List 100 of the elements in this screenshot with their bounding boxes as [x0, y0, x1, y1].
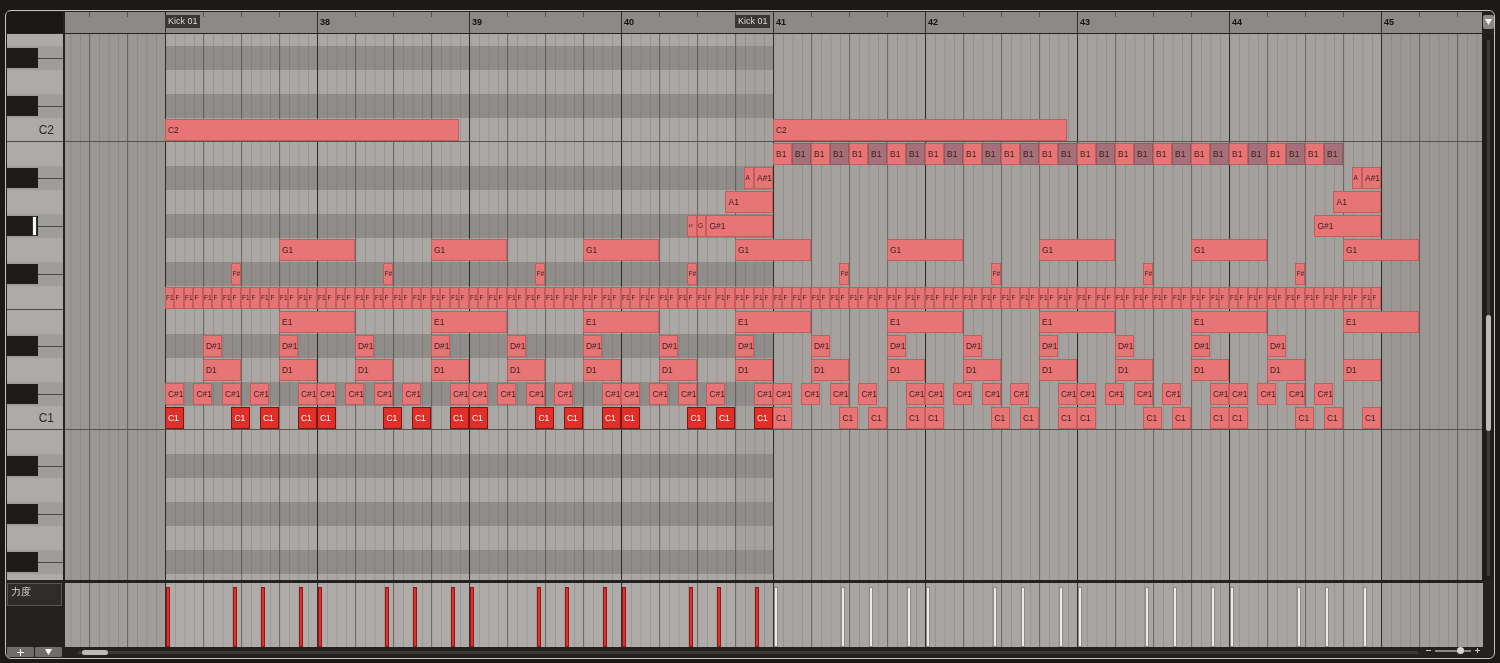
note[interactable]: A1: [1333, 191, 1381, 213]
zoom-slider[interactable]: [1435, 649, 1471, 652]
note[interactable]: D1: [582, 359, 621, 381]
lane-label[interactable]: 力度: [7, 583, 62, 606]
add-button[interactable]: [7, 647, 34, 657]
velocity-bar[interactable]: [536, 587, 541, 647]
note[interactable]: E1: [278, 311, 355, 333]
velocity-bar[interactable]: [470, 587, 474, 647]
velocity-bar[interactable]: [869, 587, 873, 647]
velocity-bar[interactable]: [261, 587, 265, 647]
timeline-ruler[interactable]: Kick 01 38 39 40 Kick 01 41 42 43 44 45: [64, 12, 1482, 33]
dropdown-button[interactable]: [1483, 15, 1494, 29]
velocity-bar[interactable]: [166, 587, 170, 647]
note[interactable]: E1: [886, 311, 963, 333]
note[interactable]: D1: [1038, 359, 1077, 381]
velocity-bar[interactable]: [384, 587, 389, 647]
velocity-bar[interactable]: [1211, 587, 1215, 647]
velocity-bar[interactable]: [907, 587, 911, 647]
velocity-bar[interactable]: [688, 587, 693, 647]
vertical-scrollbar[interactable]: [1482, 34, 1494, 580]
note[interactable]: C#1: [1162, 383, 1182, 405]
note[interactable]: A1: [725, 191, 773, 213]
velocity-bar[interactable]: [755, 587, 759, 647]
piano-key[interactable]: C1: [7, 406, 63, 430]
note[interactable]: C1: [383, 407, 403, 429]
velocity-bar[interactable]: [1296, 587, 1301, 647]
note[interactable]: C#1: [1257, 383, 1277, 405]
note[interactable]: G#1: [706, 215, 773, 237]
note[interactable]: C1: [535, 407, 555, 429]
note[interactable]: D1: [202, 359, 241, 381]
note[interactable]: E1: [1038, 311, 1115, 333]
note[interactable]: D1: [886, 359, 925, 381]
velocity-bar[interactable]: [1078, 587, 1082, 647]
note[interactable]: E1: [1342, 311, 1419, 333]
scrollbar-thumb[interactable]: [82, 650, 108, 655]
note[interactable]: E1: [430, 311, 507, 333]
note[interactable]: C1: [1295, 407, 1315, 429]
note[interactable]: D1: [962, 359, 1001, 381]
note[interactable]: D1: [1342, 359, 1381, 381]
velocity-bar[interactable]: [717, 587, 721, 647]
note[interactable]: C#1: [706, 383, 726, 405]
note[interactable]: G1: [278, 239, 355, 261]
note[interactable]: G1: [734, 239, 811, 261]
piano-key[interactable]: C2: [7, 118, 63, 142]
velocity-bar[interactable]: [603, 587, 607, 647]
note[interactable]: D1: [506, 359, 545, 381]
velocity-bar[interactable]: [1363, 587, 1367, 647]
note[interactable]: C#1: [554, 383, 574, 405]
velocity-bar[interactable]: [774, 587, 778, 647]
note[interactable]: C#1: [193, 383, 213, 405]
note[interactable]: E1: [1190, 311, 1267, 333]
note[interactable]: G1: [1190, 239, 1267, 261]
velocity-bar[interactable]: [318, 587, 322, 647]
velocity-bar[interactable]: [1230, 587, 1234, 647]
note[interactable]: D1: [1266, 359, 1305, 381]
piano-key[interactable]: [7, 216, 38, 236]
note[interactable]: C1: [839, 407, 859, 429]
velocity-bar[interactable]: [622, 587, 626, 647]
note[interactable]: C#1: [250, 383, 270, 405]
note[interactable]: C1: [164, 407, 184, 429]
note[interactable]: C#1: [402, 383, 422, 405]
slider-thumb[interactable]: [1457, 646, 1465, 654]
note[interactable]: D1: [1114, 359, 1153, 381]
note[interactable]: C#1: [953, 383, 973, 405]
note[interactable]: C1: [687, 407, 707, 429]
note[interactable]: E1: [734, 311, 811, 333]
velocity-bar[interactable]: [926, 587, 930, 647]
note[interactable]: C#1: [497, 383, 517, 405]
note[interactable]: D1: [354, 359, 393, 381]
velocity-lane[interactable]: [65, 583, 1483, 647]
note[interactable]: C2: [164, 119, 460, 141]
velocity-bar[interactable]: [565, 587, 569, 647]
note[interactable]: C#1: [1105, 383, 1125, 405]
velocity-bar[interactable]: [232, 587, 237, 647]
note[interactable]: D1: [1190, 359, 1229, 381]
note[interactable]: C#1: [801, 383, 821, 405]
velocity-bar[interactable]: [1144, 587, 1149, 647]
clip-label[interactable]: Kick 01: [164, 15, 201, 28]
note[interactable]: D1: [810, 359, 849, 381]
note[interactable]: C#1: [164, 383, 184, 405]
note[interactable]: E1: [582, 311, 659, 333]
velocity-bar[interactable]: [1173, 587, 1177, 647]
note[interactable]: C#1: [345, 383, 365, 405]
note[interactable]: C1: [231, 407, 251, 429]
note[interactable]: G1: [1342, 239, 1419, 261]
plus-icon[interactable]: [1475, 648, 1480, 653]
velocity-bar[interactable]: [299, 587, 303, 647]
note[interactable]: C#1: [649, 383, 669, 405]
note[interactable]: G1: [582, 239, 659, 261]
clip-label[interactable]: Kick 01: [734, 15, 771, 28]
note[interactable]: G#1: [1314, 215, 1381, 237]
scrollbar-thumb[interactable]: [1486, 315, 1491, 431]
velocity-bar[interactable]: [451, 587, 455, 647]
velocity-bar[interactable]: [1021, 587, 1025, 647]
note[interactable]: G1: [430, 239, 507, 261]
menu-button[interactable]: [35, 647, 62, 657]
velocity-bar[interactable]: [1325, 587, 1329, 647]
note[interactable]: C1: [991, 407, 1011, 429]
note[interactable]: C#1: [1314, 383, 1334, 405]
velocity-bar[interactable]: [1059, 587, 1063, 647]
